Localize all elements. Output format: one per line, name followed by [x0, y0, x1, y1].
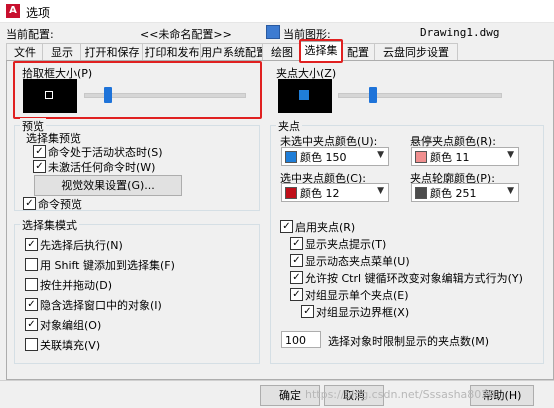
tab-profiles[interactable]: 配置: [340, 43, 376, 61]
drawing-file-icon: [266, 25, 280, 39]
command-preview-checkbox[interactable]: ✓: [23, 197, 36, 210]
object-grouping-checkbox[interactable]: ✓: [25, 318, 38, 331]
tab-drafting[interactable]: 绘图: [262, 43, 302, 61]
single-grip-group-label: 对组显示单个夹点(E): [305, 289, 409, 302]
tab-files[interactable]: 文件: [6, 43, 44, 61]
grip-size-slider-thumb[interactable]: [369, 87, 377, 103]
implied-window-label: 隐含选择窗口中的对象(I): [40, 299, 162, 312]
associative-hatch-label: 关联填充(V): [40, 339, 101, 352]
tab-user-preferences[interactable]: 用户系统配置: [200, 43, 267, 61]
press-drag-checkbox[interactable]: [25, 278, 38, 291]
color-swatch-251: [415, 187, 427, 199]
color-swatch-150: [285, 151, 297, 163]
chevron-down-icon: ▼: [507, 150, 514, 160]
current-drawing-value: Drawing1.dwg: [420, 26, 500, 39]
active-command-checkbox[interactable]: ✓: [33, 145, 46, 158]
grip-limit-input[interactable]: 100: [281, 331, 321, 348]
chevron-down-icon: ▼: [377, 186, 384, 196]
autocad-icon: A: [6, 4, 20, 18]
enable-grips-label: 启用夹点(R): [295, 221, 356, 234]
chevron-down-icon: ▼: [507, 186, 514, 196]
watermark-text: https://blog.csdn.net/Sssasha8020: [305, 388, 496, 401]
pickbox-square: [45, 91, 53, 99]
command-preview-label: 命令预览: [38, 198, 82, 211]
title-bar: A 选项: [0, 0, 554, 23]
shift-add-label: 用 Shift 键添加到选择集(F): [40, 259, 175, 272]
grips-group-label: 夹点: [276, 118, 302, 134]
visual-effects-button[interactable]: 视觉效果设置(G)...: [34, 175, 182, 196]
ctrl-cycle-checkbox[interactable]: ✓: [290, 271, 303, 284]
footer-separator: [0, 380, 554, 381]
grip-limit-label: 选择对象时限制显示的夹点数(M): [328, 335, 490, 348]
tab-cloud-sync[interactable]: 云盘同步设置: [374, 43, 458, 61]
window-title: 选项: [26, 6, 51, 20]
implied-window-checkbox[interactable]: ✓: [25, 298, 38, 311]
press-drag-label: 按住并拖动(D): [40, 279, 113, 292]
color-swatch-11: [415, 151, 427, 163]
noun-verb-label: 先选择后执行(N): [40, 239, 123, 252]
tab-plot-publish[interactable]: 打印和发布: [142, 43, 202, 61]
shift-add-checkbox[interactable]: [25, 258, 38, 271]
current-config-label: 当前配置:: [6, 28, 54, 41]
contour-color-value: 颜色 251: [430, 187, 477, 200]
grip-size-preview: [278, 79, 332, 113]
selected-color-value: 颜色 12: [300, 187, 340, 200]
selection-modes-label: 选择集模式: [20, 217, 79, 233]
unselected-color-select[interactable]: 颜色 150 ▼: [281, 147, 389, 166]
pickbox-preview: [23, 79, 77, 113]
noun-verb-checkbox[interactable]: ✓: [25, 238, 38, 251]
ctrl-cycle-label: 允许按 Ctrl 键循环改变对象编辑方式行为(Y): [305, 272, 523, 285]
grip-square: [299, 90, 309, 100]
grip-tips-checkbox[interactable]: ✓: [290, 237, 303, 250]
hover-color-select[interactable]: 颜色 11 ▼: [411, 147, 519, 166]
grip-tips-label: 显示夹点提示(T): [305, 238, 387, 251]
selected-color-select[interactable]: 颜色 12 ▼: [281, 183, 389, 202]
bbox-group-label: 对组显示边界框(X): [316, 306, 410, 319]
tab-highlight: [299, 39, 343, 63]
color-swatch-12: [285, 187, 297, 199]
dynamic-grip-menu-label: 显示动态夹点菜单(U): [305, 255, 410, 268]
no-command-checkbox[interactable]: ✓: [33, 160, 46, 173]
contour-color-select[interactable]: 颜色 251 ▼: [411, 183, 519, 202]
hover-color-value: 颜色 11: [430, 151, 470, 164]
bbox-group-checkbox[interactable]: ✓: [301, 305, 314, 318]
enable-grips-checkbox[interactable]: ✓: [280, 220, 293, 233]
unselected-color-value: 颜色 150: [300, 151, 347, 164]
tab-display[interactable]: 显示: [42, 43, 82, 61]
chevron-down-icon: ▼: [377, 150, 384, 160]
dynamic-grip-menu-checkbox[interactable]: ✓: [290, 254, 303, 267]
object-grouping-label: 对象编组(O): [40, 319, 102, 332]
associative-hatch-checkbox[interactable]: [25, 338, 38, 351]
no-command-label: 未激活任何命令时(W): [48, 161, 156, 174]
tab-open-save[interactable]: 打开和保存: [80, 43, 144, 61]
active-command-label: 命令处于活动状态时(S): [48, 146, 163, 159]
current-config-value: <<未命名配置>>: [140, 28, 232, 41]
single-grip-group-checkbox[interactable]: ✓: [290, 288, 303, 301]
grip-size-slider-track[interactable]: [338, 93, 502, 98]
pickbox-slider-thumb[interactable]: [104, 87, 112, 103]
